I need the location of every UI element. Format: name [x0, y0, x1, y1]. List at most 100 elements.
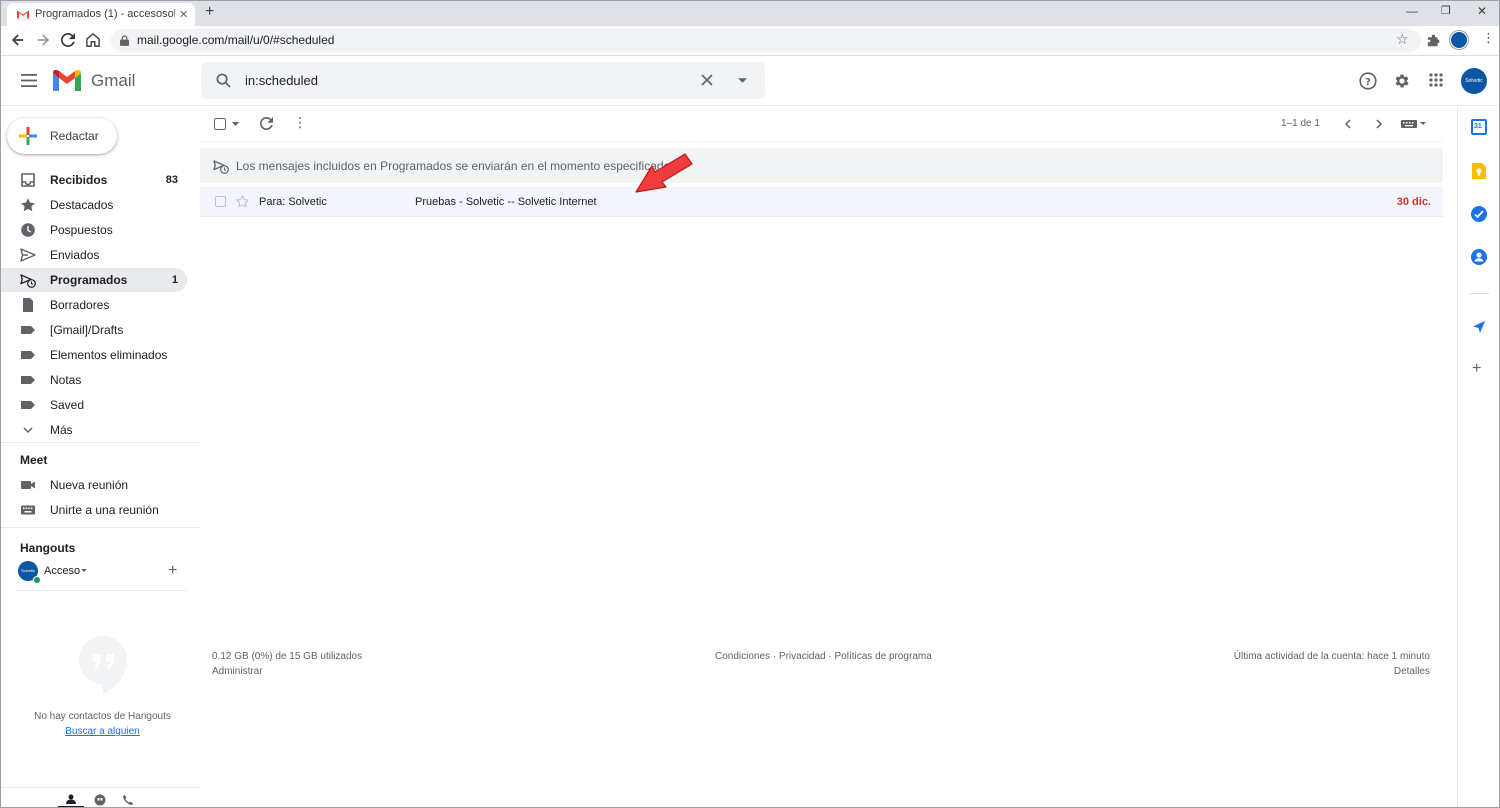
- phone-icon[interactable]: [122, 794, 134, 806]
- online-status-dot: [33, 576, 41, 584]
- avatar-text: Solvetic: [1465, 78, 1483, 84]
- sidebar-item-recibidos[interactable]: Recibidos 83: [0, 168, 187, 192]
- sidebar-item-label: Borradores: [50, 298, 110, 312]
- sidebar-item-label: [Gmail]/Drafts: [50, 323, 124, 337]
- scheduled-info-banner: Los mensajes incluidos en Programados se…: [200, 148, 1443, 183]
- status-dropdown-icon[interactable]: [81, 569, 87, 572]
- contacts-icon[interactable]: [1471, 249, 1487, 265]
- activity-details-link[interactable]: Detalles: [1394, 666, 1430, 677]
- forward-icon[interactable]: [36, 33, 50, 47]
- window-close-icon[interactable]: ✕: [1477, 4, 1487, 18]
- sidebar-item-elementos-eliminados[interactable]: Elementos eliminados: [0, 343, 187, 367]
- tab-close-icon[interactable]: ✕: [179, 8, 188, 21]
- sidebar-item-saved[interactable]: Saved: [0, 393, 187, 417]
- input-tools-dropdown-icon[interactable]: [1420, 122, 1426, 125]
- sidebar-item-enviados[interactable]: Enviados: [0, 243, 187, 267]
- sidebar-item-label: Recibidos: [50, 173, 108, 187]
- search-bar[interactable]: [201, 62, 765, 99]
- find-someone-link[interactable]: Buscar a alguien: [0, 726, 205, 737]
- scheduled-send-icon: [213, 160, 229, 174]
- keep-icon[interactable]: [1472, 163, 1486, 179]
- refresh-icon[interactable]: [260, 117, 273, 130]
- help-icon[interactable]: ?: [1359, 72, 1377, 90]
- sidebar-item-destacados[interactable]: Destacados: [0, 193, 187, 217]
- extensions-icon[interactable]: [1427, 34, 1440, 47]
- gmail-wordmark: Gmail: [91, 71, 136, 90]
- label-icon: [21, 401, 35, 409]
- row-checkbox[interactable]: [215, 196, 226, 207]
- back-icon[interactable]: [11, 33, 25, 47]
- gmail-logo-icon[interactable]: [53, 70, 81, 91]
- email-scheduled-date: 30 dic.: [1396, 196, 1431, 208]
- restore-icon[interactable]: ❐: [1441, 4, 1451, 17]
- calendar-icon[interactable]: 31: [1471, 119, 1487, 135]
- contacts-tab[interactable]: [58, 789, 84, 808]
- addon-send-icon[interactable]: [1473, 321, 1485, 333]
- hangouts-bottom-divider: [0, 787, 200, 788]
- join-meeting-label: Unirte a una reunión: [50, 503, 159, 517]
- select-all-checkbox[interactable]: [214, 118, 226, 130]
- add-contact-plus-icon[interactable]: +: [168, 562, 177, 580]
- address-bar[interactable]: mail.google.com/mail/u/0/#scheduled ☆: [111, 29, 1421, 52]
- more-options-icon[interactable]: ⋮: [293, 115, 307, 129]
- star-toggle-icon[interactable]: [236, 195, 249, 208]
- compose-button[interactable]: Redactar: [7, 118, 117, 154]
- new-meeting-button[interactable]: Nueva reunión: [0, 473, 187, 497]
- main-menu-icon[interactable]: [21, 74, 37, 87]
- older-page-icon[interactable]: [1376, 119, 1383, 129]
- hangouts-divider: [16, 590, 187, 591]
- newer-page-icon[interactable]: [1344, 119, 1351, 129]
- sidebar-item-borradores[interactable]: Borradores: [0, 293, 187, 317]
- chevron-down-icon: [23, 427, 33, 434]
- reload-icon[interactable]: [61, 33, 75, 47]
- sidebar-item-programados[interactable]: Programados 1: [0, 268, 187, 292]
- svg-text:?: ?: [1365, 77, 1371, 88]
- clock-icon: [21, 223, 35, 237]
- compose-plus-icon: [19, 127, 37, 145]
- browser-tab[interactable]: Programados (1) - accesosolvetic ✕: [7, 3, 195, 27]
- get-addons-plus-icon[interactable]: +: [1472, 360, 1481, 378]
- minimize-icon[interactable]: —: [1406, 4, 1418, 18]
- storage-usage-text: 0.12 GB (0%) de 15 GB utilizados: [212, 651, 363, 662]
- draft-icon: [23, 298, 33, 312]
- browser-profile-avatar[interactable]: [1450, 31, 1468, 49]
- sidebar-item-notas[interactable]: Notas: [0, 368, 187, 392]
- clear-search-icon[interactable]: [701, 74, 713, 86]
- bookmark-star-icon[interactable]: ☆: [1396, 31, 1409, 48]
- search-icon[interactable]: [216, 73, 231, 88]
- send-icon: [20, 248, 36, 262]
- last-activity-text: Última actividad de la cuenta: hace 1 mi…: [1233, 651, 1430, 662]
- new-tab-icon[interactable]: +: [205, 3, 214, 21]
- tasks-icon[interactable]: [1471, 206, 1487, 222]
- settings-gear-icon[interactable]: [1393, 72, 1411, 90]
- join-meeting-button[interactable]: Unirte a una reunión: [0, 498, 187, 522]
- scheduled-count: 1: [171, 274, 178, 286]
- gmail-favicon-icon: [17, 10, 29, 19]
- policy-links[interactable]: Condiciones · Privacidad · Políticas de …: [715, 651, 932, 662]
- label-icon: [21, 326, 35, 334]
- sidebar-item-mas[interactable]: Más: [0, 418, 187, 442]
- search-options-icon[interactable]: [738, 78, 747, 83]
- hangouts-tab-icon[interactable]: [94, 794, 106, 806]
- keyboard-icon: [21, 505, 35, 515]
- home-icon[interactable]: [86, 33, 100, 47]
- sidebar-item-gmail-drafts[interactable]: [Gmail]/Drafts: [0, 318, 187, 342]
- input-tools-keyboard-icon[interactable]: [1401, 120, 1417, 128]
- hangouts-empty-icon: [79, 636, 127, 694]
- hangouts-user-name[interactable]: Acceso: [44, 565, 80, 577]
- calendar-icon-day: 31: [1474, 123, 1482, 130]
- apps-grid-icon[interactable]: [1429, 73, 1443, 87]
- email-subject: Pruebas - Solvetic -- Solvetic Internet: [415, 196, 597, 208]
- manage-storage-link[interactable]: Administrar: [212, 666, 263, 677]
- person-icon: [66, 794, 76, 804]
- browser-menu-icon[interactable]: ⋮: [1482, 31, 1495, 44]
- search-input[interactable]: [245, 73, 665, 88]
- sidebar-item-label: Saved: [50, 398, 85, 412]
- unread-count: 83: [165, 174, 178, 186]
- email-row[interactable]: Para: Solvetic Pruebas - Solvetic -- Sol…: [200, 187, 1443, 217]
- nav-divider: [0, 442, 200, 443]
- account-avatar[interactable]: Solvetic: [1461, 68, 1487, 94]
- sidebar-item-pospuestos[interactable]: Pospuestos: [0, 218, 187, 242]
- select-dropdown-icon[interactable]: [232, 122, 239, 126]
- browser-tabstrip: Programados (1) - accesosolvetic ✕ + — ❐…: [0, 0, 1500, 27]
